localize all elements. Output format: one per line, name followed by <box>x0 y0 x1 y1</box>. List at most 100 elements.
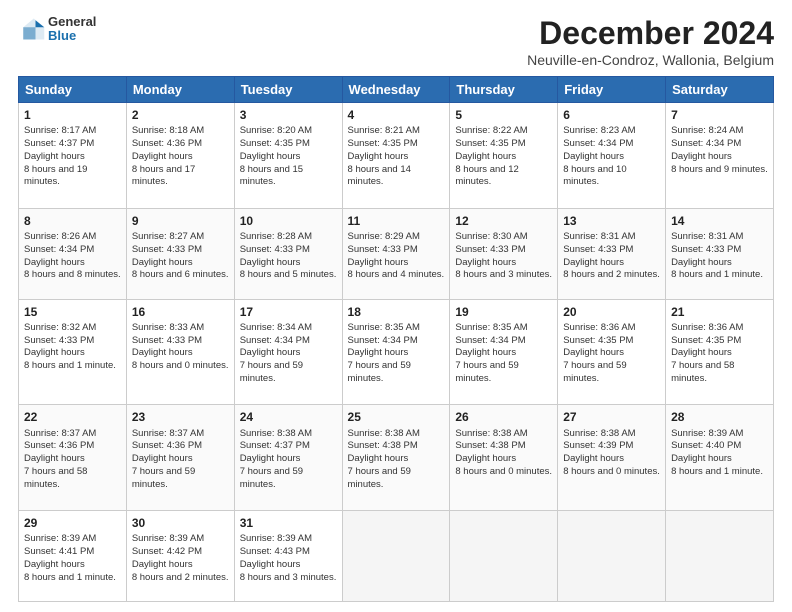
sunrise-label: Sunrise: 8:38 AM <box>455 428 527 439</box>
day-number: 1 <box>24 107 121 123</box>
daylight-label: Daylight hours <box>671 257 732 268</box>
day-number: 20 <box>563 304 660 320</box>
cell-info: Sunrise: 8:39 AMSunset: 4:42 PMDaylight … <box>132 533 229 584</box>
day-number: 21 <box>671 304 768 320</box>
daylight-label: Daylight hours <box>24 151 85 162</box>
calendar-cell: 16 Sunrise: 8:33 AMSunset: 4:33 PMDayligh… <box>126 299 234 405</box>
cell-info: Sunrise: 8:38 AMSunset: 4:38 PM Daylight … <box>455 428 552 479</box>
calendar-cell: 2Sunrise: 8:18 AMSunset: 4:36 PMDaylight… <box>126 103 234 209</box>
day-number: 14 <box>671 213 768 229</box>
calendar-cell <box>450 511 558 602</box>
daylight-label: Daylight hours <box>455 453 516 464</box>
cell-info: Sunrise: 8:34 AM Sunset: 4:34 PMDaylight … <box>240 322 337 386</box>
cell-info: Sunrise: 8:18 AMSunset: 4:36 PMDaylight … <box>132 125 229 189</box>
daylight-value: 8 hours and 0 minutes. <box>455 466 552 477</box>
cell-info: Sunrise: 8:33 AMSunset: 4:33 PMDaylight … <box>132 322 229 373</box>
daylight-label: Daylight hours <box>563 151 624 162</box>
calendar-cell: 20Sunrise: 8:36 AMSunset: 4:35 PMDayligh… <box>558 299 666 405</box>
sunrise-label: Sunrise: 8:27 AM <box>132 231 204 242</box>
daylight-value: 8 hours and 1 minute. <box>671 466 763 477</box>
calendar-cell: 14Sunrise: 8:31 AMSunset: 4:33 PMDayligh… <box>666 208 774 299</box>
calendar-cell <box>342 511 450 602</box>
sunrise-label: Sunrise: 8:34 AM <box>240 322 312 333</box>
daylight-value: 7 hours and 59 minutes. <box>563 360 626 384</box>
day-number: 29 <box>24 515 121 531</box>
day-number: 12 <box>455 213 552 229</box>
sunset-label: Sunset: 4:38 PM <box>455 440 525 451</box>
sunset-label: Sunset: 4:37 PM <box>24 138 94 149</box>
day-number: 7 <box>671 107 768 123</box>
day-number: 9 <box>132 213 229 229</box>
daylight-label: Daylight hours <box>132 151 193 162</box>
daylight-label: Daylight hours <box>240 347 301 358</box>
sunrise-label: Sunrise: 8:20 AM <box>240 125 312 136</box>
calendar-cell: 12 Sunrise: 8:30 AMSunset: 4:33 PMDayligh… <box>450 208 558 299</box>
sunset-label: Sunset: 4:33 PM <box>563 244 633 255</box>
logo-text: General Blue <box>48 15 96 44</box>
cell-info: Sunrise: 8:37 AMSunset: 4:36 PMDaylight … <box>132 428 229 492</box>
sunset-label: Sunset: 4:37 PM <box>240 440 310 451</box>
sunrise-label: Sunrise: 8:35 AM <box>455 322 527 333</box>
daylight-label: Daylight hours <box>132 347 193 358</box>
sunrise-label: Sunrise: 8:36 AM <box>671 322 743 333</box>
sunset-label: Sunset: 4:33 PM <box>132 335 202 346</box>
daylight-label: Daylight hours <box>348 257 409 268</box>
calendar-cell: 15Sunrise: 8:32 AMSunset: 4:33 PMDayligh… <box>19 299 127 405</box>
sunrise-label: Sunrise: 8:24 AM <box>671 125 743 136</box>
sunset-label: Sunset: 4:34 PM <box>563 138 633 149</box>
daylight-label: Daylight hours <box>240 453 301 464</box>
daylight-value: 7 hours and 59 minutes. <box>240 466 303 490</box>
sunset-label: Sunset: 4:35 PM <box>240 138 310 149</box>
cell-info: Sunrise: 8:30 AMSunset: 4:33 PMDaylight … <box>455 231 552 282</box>
cell-info: Sunrise: 8:36 AMSunset: 4:35 PMDaylight … <box>671 322 768 386</box>
title-block: December 2024 Neuville-en-Condroz, Wallo… <box>527 15 774 68</box>
sunset-label: Sunset: 4:33 PM <box>132 244 202 255</box>
daylight-value: 8 hours and 0 minutes. <box>132 360 229 371</box>
daylight-value: 8 hours and 9 minutes. <box>671 164 768 175</box>
calendar-cell: 13Sunrise: 8:31 AMSunset: 4:33 PMDayligh… <box>558 208 666 299</box>
sunset-label: Sunset: 4:40 PM <box>671 440 741 451</box>
day-number: 23 <box>132 409 229 425</box>
sunset-label: Sunset: 4:35 PM <box>671 335 741 346</box>
cell-info: Sunrise: 8:35 AMSunset: 4:34 PMDaylight … <box>348 322 445 386</box>
calendar-cell: 5Sunrise: 8:22 AMSunset: 4:35 PMDaylight… <box>450 103 558 209</box>
daylight-value: 8 hours and 1 minute. <box>671 269 763 280</box>
daylight-label: Daylight hours <box>563 347 624 358</box>
calendar-cell: 26Sunrise: 8:38 AMSunset: 4:38 PMDayligh… <box>450 405 558 511</box>
sunrise-label: Sunrise: 8:38 AM <box>240 428 312 439</box>
subtitle: Neuville-en-Condroz, Wallonia, Belgium <box>527 52 774 68</box>
sunset-label: Sunset: 4:34 PM <box>348 335 418 346</box>
week-row-4: 29Sunrise: 8:39 AMSunset: 4:41 PMDayligh… <box>19 511 774 602</box>
sunset-label: Sunset: 4:34 PM <box>240 335 310 346</box>
daylight-value: 7 hours and 59 minutes. <box>240 360 303 384</box>
daylight-label: Daylight hours <box>348 347 409 358</box>
sunrise-label: Sunrise: 8:31 AM <box>671 231 743 242</box>
daylight-value: 8 hours and 2 minutes. <box>132 572 229 583</box>
day-number: 25 <box>348 409 445 425</box>
daylight-value: 8 hours and 15 minutes. <box>240 164 303 188</box>
daylight-label: Daylight hours <box>132 453 193 464</box>
cell-info: Sunrise: 8:22 AMSunset: 4:35 PMDaylight … <box>455 125 552 189</box>
sunset-label: Sunset: 4:33 PM <box>348 244 418 255</box>
cell-info: Sunrise: 8:28 AMSunset: 4:33 PMDaylight … <box>240 231 337 282</box>
header-tuesday: Tuesday <box>234 77 342 103</box>
header-wednesday: Wednesday <box>342 77 450 103</box>
daylight-value: 8 hours and 6 minutes. <box>132 269 229 280</box>
cell-info: Sunrise: 8:39 AMSunset: 4:43 PMDaylight … <box>240 533 337 584</box>
sunrise-label: Sunrise: 8:18 AM <box>132 125 204 136</box>
day-number: 3 <box>240 107 337 123</box>
sunrise-label: Sunrise: 8:30 AM <box>455 231 527 242</box>
calendar-cell: 31Sunrise: 8:39 AMSunset: 4:43 PMDayligh… <box>234 511 342 602</box>
sunrise-label: Sunrise: 8:17 AM <box>24 125 96 136</box>
day-number: 16 <box>132 304 229 320</box>
sunrise-label: Sunrise: 8:39 AM <box>24 533 96 544</box>
day-number: 6 <box>563 107 660 123</box>
day-number: 13 <box>563 213 660 229</box>
cell-info: Sunrise: 8:39 AMSunset: 4:40 PMDaylight … <box>671 428 768 479</box>
cell-info: Sunrise: 8:26 AMSunset: 4:34 PMDaylight … <box>24 231 121 282</box>
sunset-label: Sunset: 4:39 PM <box>563 440 633 451</box>
day-number: 30 <box>132 515 229 531</box>
daylight-label: Daylight hours <box>24 559 85 570</box>
header-friday: Friday <box>558 77 666 103</box>
calendar-cell: 4Sunrise: 8:21 AMSunset: 4:35 PMDaylight… <box>342 103 450 209</box>
